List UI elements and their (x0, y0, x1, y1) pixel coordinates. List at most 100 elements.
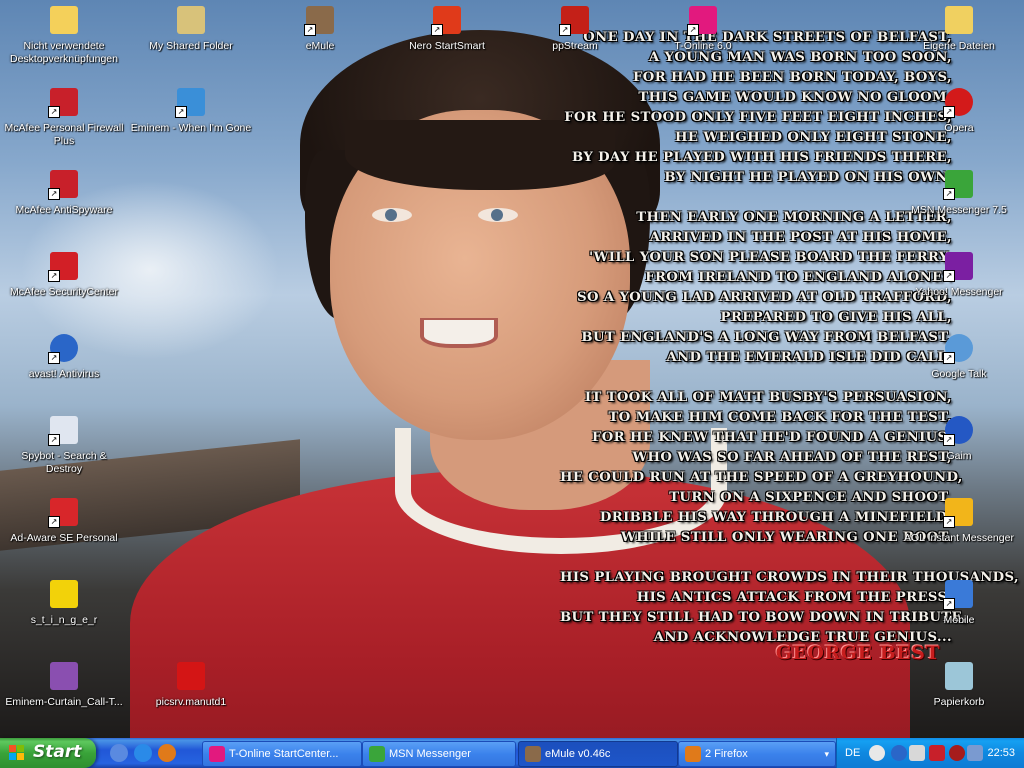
shortcut-arrow-icon: ↗ (943, 352, 955, 364)
icon-emule[interactable]: ↗ eMule (257, 4, 383, 84)
quicklaunch-firefox-icon[interactable] (158, 744, 176, 762)
poem-line: AND THE EMERALD ISLE DID CALL. (666, 350, 952, 365)
icon-label: Ad-Aware SE Personal (10, 532, 118, 544)
shortcut-arrow-icon: ↗ (943, 106, 955, 118)
poem-line: THIS GAME WOULD KNOW NO GLOOM. (638, 90, 952, 105)
shortcut-arrow-icon: ↗ (304, 24, 316, 36)
msn-buddies-icon (369, 746, 385, 762)
icon-my-shared-folder[interactable]: My Shared Folder (128, 4, 254, 84)
emule-donkey-icon: ↗ (304, 4, 336, 36)
icon-aim[interactable]: ↗ AOL Instant Messenger (896, 496, 1022, 576)
icon-eminem-when-im-gone[interactable]: ↗ Eminem - When I'm Gone (128, 86, 254, 166)
quicklaunch-desktop-icon[interactable] (110, 744, 128, 762)
icon-ppstream[interactable]: ↗ ppStream (512, 4, 638, 84)
shortcut-arrow-icon: ↗ (943, 434, 955, 446)
poem-line: HIS PLAYING BROUGHT CROWDS IN THEIR THOU… (560, 570, 1019, 585)
firefox-icon (685, 746, 701, 762)
poem-line: THEN EARLY ONE MORNING A LETTER, (636, 210, 952, 225)
icon-gaim[interactable]: ↗ Gaim (896, 414, 1022, 494)
opera-icon: ↗ (943, 86, 975, 118)
chevron-down-icon: ▾ (824, 749, 829, 759)
t-online-icon (209, 746, 225, 762)
language-indicator[interactable]: DE (845, 738, 860, 768)
poem-line: WHO WAS SO FAR AHEAD OF THE REST, (632, 450, 952, 465)
ppstream-icon: ↗ (559, 4, 591, 36)
shortcut-arrow-icon: ↗ (687, 24, 699, 36)
icon-yahoo[interactable]: ↗ Yahoo! Messenger (896, 250, 1022, 330)
shortcut-arrow-icon: ↗ (559, 24, 571, 36)
system-tray: DE 22:53 (836, 738, 1024, 768)
quicklaunch-ie-icon[interactable] (134, 744, 152, 762)
icon-label: ppStream (552, 40, 598, 52)
task-firefox[interactable]: 2 Firefox ▾ (678, 741, 836, 767)
icon-mcafee-antispyware[interactable]: ↗ McAfee AntiSpyware (1, 168, 127, 248)
icon-picsrv[interactable]: picsrv.manutd1 (128, 660, 254, 738)
task-t-online[interactable]: T-Online StartCenter... (202, 741, 362, 767)
poem-line: 'WILL YOUR SON PLEASE BOARD THE FERRY, (589, 250, 952, 265)
poem-line: SO A YOUNG LAD ARRIVED AT OLD TRAFFORD, (577, 290, 952, 305)
media-file-icon: ↗ (175, 86, 207, 118)
task-msn[interactable]: MSN Messenger (362, 741, 516, 767)
icon-nicht-verwendete[interactable]: Nicht verwendete Desktopverknüpfungen (1, 4, 127, 84)
mcafee-tray-icon[interactable] (929, 745, 945, 761)
icon-opera[interactable]: ↗ Opera (896, 86, 1022, 166)
icon-label: McAfee Personal Firewall Plus (4, 122, 124, 147)
icon-label: Eminem - When I'm Gone (130, 122, 252, 134)
start-button[interactable]: Start (0, 738, 96, 768)
icon-stinger[interactable]: s_t_i_n_g_e_r (1, 578, 127, 658)
desktop: ONE DAY IN THE DARK STREETS OF BELFAST, A… (0, 0, 1024, 738)
red-splat-icon (175, 660, 207, 692)
icon-nero[interactable]: ↗ Nero StartSmart (384, 4, 510, 84)
task-label: 2 Firefox (705, 748, 748, 760)
shortcut-arrow-icon: ↗ (943, 188, 955, 200)
icon-label: Mobile (943, 614, 975, 626)
poem-line: HE COULD RUN AT THE SPEED OF A GREYHOUND… (560, 470, 963, 485)
poem-line: ARRIVED IN THE POST AT HIS HOME, (649, 230, 952, 245)
network-icon[interactable] (909, 745, 925, 761)
icon-label: Eigene Dateien (923, 40, 995, 52)
poem-stanza-gap (560, 368, 952, 388)
icon-label: Papierkorb (933, 696, 985, 708)
shortcut-arrow-icon: ↗ (48, 516, 60, 528)
icon-label: Google Talk (931, 368, 987, 380)
icon-msn[interactable]: ↗ MSN Messenger 7.5 (896, 168, 1022, 248)
icon-t-online[interactable]: ↗ T-Online 6.0 (640, 4, 766, 84)
yahoo-smiley-icon: ↗ (943, 250, 975, 282)
poem-line: FOR HE KNEW THAT HE'D FOUND A GENIUS, (592, 430, 952, 445)
icon-papierkorb[interactable]: Papierkorb (896, 660, 1022, 738)
volume-icon[interactable] (967, 745, 983, 761)
wallpaper-poem: ONE DAY IN THE DARK STREETS OF BELFAST, A… (560, 28, 1019, 648)
icon-eigene-dateien[interactable]: Eigene Dateien (896, 4, 1022, 84)
icon-adaware[interactable]: ↗ Ad-Aware SE Personal (1, 496, 127, 576)
windows-flag-icon (9, 745, 25, 761)
icon-mcafee-firewall[interactable]: ↗ McAfee Personal Firewall Plus (1, 86, 127, 166)
antivirus-tray-icon[interactable] (949, 745, 965, 761)
icon-mcafee-securitycenter[interactable]: ↗ McAfee SecurityCenter (1, 250, 127, 330)
icon-eminem-curtain[interactable]: Eminem-Curtain_Call-T... (1, 660, 127, 738)
help-icon[interactable] (869, 745, 885, 761)
nero-flame-icon: ↗ (431, 4, 463, 36)
poem-line: BUT THEY STILL HAD TO BOW DOWN IN TRIBUT… (560, 610, 967, 625)
start-label: Start (33, 742, 82, 762)
stinger-icon (48, 578, 80, 610)
poem-line: TURN ON A SIXPENCE AND SHOOT, (669, 490, 952, 505)
icon-label: s_t_i_n_g_e_r (30, 614, 98, 626)
icon-spybot[interactable]: ↗ Spybot - Search & Destroy (1, 414, 127, 494)
shortcut-arrow-icon: ↗ (48, 188, 60, 200)
my-documents-icon (943, 4, 975, 36)
task-emule[interactable]: eMule v0.46c (518, 741, 678, 767)
msn-buddies-icon: ↗ (943, 168, 975, 200)
t-online-icon: ↗ (687, 4, 719, 36)
icon-mobile[interactable]: ↗ Mobile (896, 578, 1022, 658)
icon-label: McAfee SecurityCenter (10, 286, 118, 298)
icon-label: avast! Antivirus (28, 368, 100, 380)
poem-line: PREPARED TO GIVE HIS ALL, (720, 310, 952, 325)
icon-label: Spybot - Search & Destroy (21, 450, 107, 475)
icon-label: picsrv.manutd1 (155, 696, 227, 708)
shortcut-arrow-icon: ↗ (175, 106, 187, 118)
icon-avast[interactable]: ↗ avast! Antivirus (1, 332, 127, 412)
emule-donkey-icon (525, 746, 541, 762)
tray-arrow-icon[interactable] (891, 745, 907, 761)
icon-google-talk[interactable]: ↗ Google Talk (896, 332, 1022, 412)
spybot-icon: ↗ (48, 414, 80, 446)
